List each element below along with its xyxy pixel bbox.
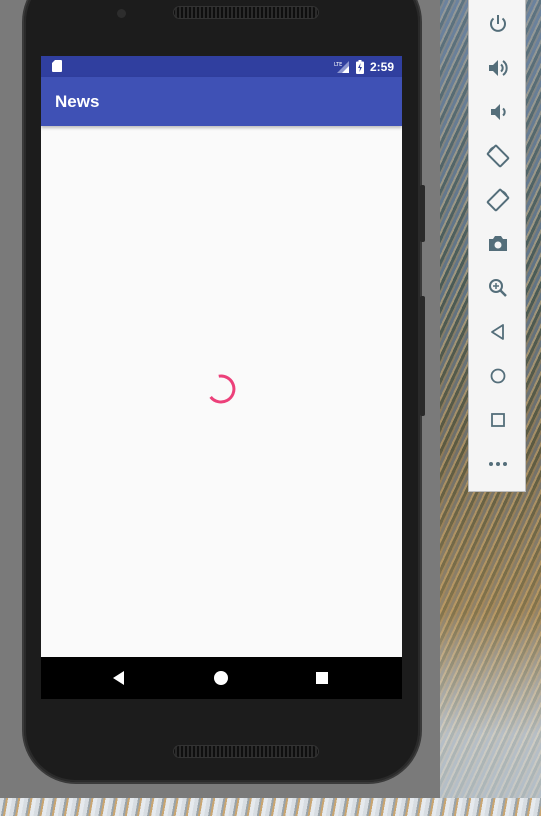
- app-title: News: [55, 92, 100, 111]
- bottom-speaker: [173, 745, 319, 758]
- zoom-icon[interactable]: [486, 276, 510, 300]
- status-clock: 2:59: [369, 59, 394, 74]
- lte-signal-icon: LTE: [334, 60, 349, 73]
- back-icon[interactable]: [486, 320, 510, 344]
- overview-icon[interactable]: [486, 408, 510, 432]
- power-icon[interactable]: [486, 12, 510, 36]
- loading-spinner: [209, 374, 236, 404]
- desktop-wallpaper-bottom: [0, 798, 541, 816]
- more-icon[interactable]: [486, 452, 510, 476]
- nav-home-button[interactable]: [212, 669, 230, 687]
- rotate-right-icon[interactable]: [486, 188, 510, 212]
- emulator-toolbar: [468, 0, 526, 492]
- top-speaker: [173, 6, 319, 19]
- volume-side-button[interactable]: [420, 185, 425, 242]
- volume-up-icon[interactable]: [486, 56, 510, 80]
- camera-icon[interactable]: [486, 232, 510, 256]
- navigation-bar: [41, 657, 402, 699]
- status-bar: LTE 2:59: [41, 56, 402, 77]
- battery-charging-icon: [355, 59, 364, 74]
- volume-down-icon[interactable]: [486, 100, 510, 124]
- lte-label: LTE: [334, 62, 342, 68]
- phone-screen: LTE 2:59 News: [41, 56, 402, 699]
- front-camera: [117, 9, 126, 18]
- nav-recents-button[interactable]: [313, 669, 331, 687]
- home-icon[interactable]: [486, 364, 510, 388]
- nav-back-button[interactable]: [110, 669, 128, 687]
- power-side-button[interactable]: [420, 296, 425, 416]
- app-toolbar: News: [41, 77, 402, 126]
- status-icons: LTE 2:59: [334, 56, 394, 77]
- sd-card-icon: [52, 60, 62, 72]
- rotate-left-icon[interactable]: [486, 144, 510, 168]
